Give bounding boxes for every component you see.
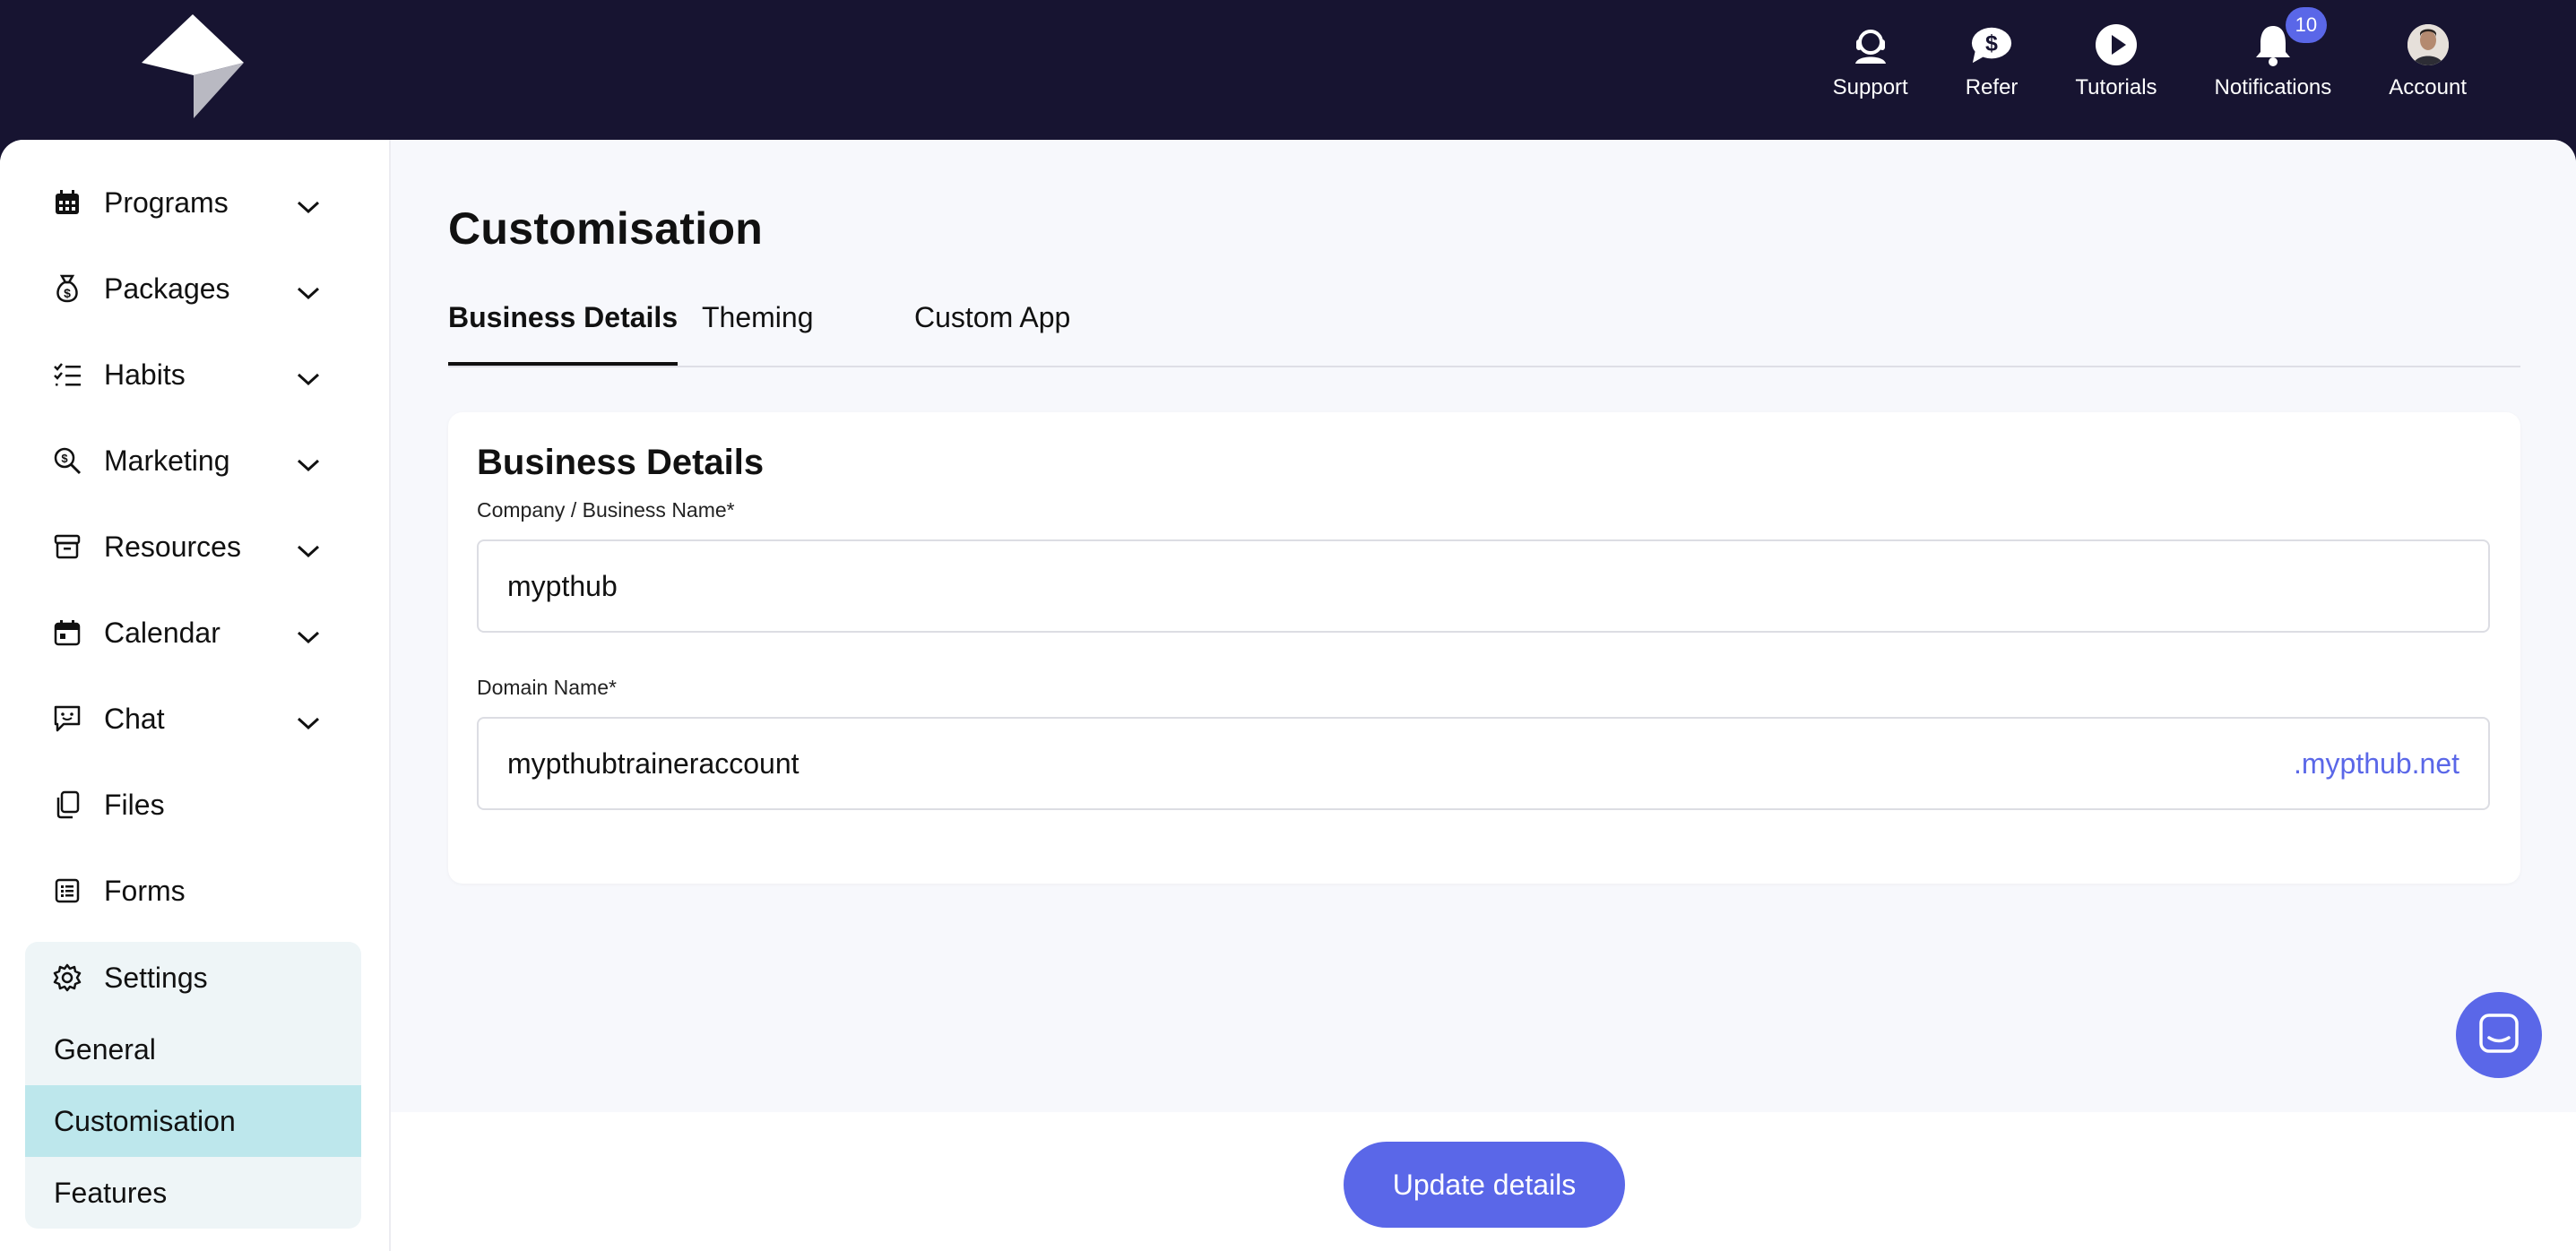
sidebar-item-packages[interactable]: $ Packages (52, 262, 321, 315)
refer-label: Refer (1965, 75, 2018, 99)
form-icon (52, 876, 82, 906)
archive-icon (52, 531, 82, 562)
tab-bar: Business Details Theming Custom App (448, 301, 2520, 367)
support-label: Support (1832, 75, 1908, 99)
svg-text:$: $ (1985, 31, 1998, 56)
sidebar-item-programs[interactable]: Programs (52, 176, 321, 229)
sidebar-item-label: Settings (104, 961, 208, 994)
money-bag-icon: $ (52, 273, 82, 304)
company-name-field[interactable]: mypthub (477, 539, 2490, 633)
chevron-down-icon[interactable] (296, 708, 321, 730)
notifications-label: Notifications (2214, 75, 2332, 99)
svg-text:$: $ (61, 452, 68, 465)
footer-bar: Update details (391, 1112, 2576, 1251)
calendar-grid-icon (52, 187, 82, 218)
sidebar-item-marketing[interactable]: $ Marketing (52, 434, 321, 487)
tutorials-button[interactable]: Tutorials (2046, 23, 2185, 113)
sidebar-item-chat[interactable]: Chat (52, 692, 321, 746)
company-name-value: mypthub (507, 569, 618, 602)
sidebar-subitem-general[interactable]: General (25, 1014, 361, 1085)
sidebar-subitem-label: General (54, 1032, 156, 1066)
company-name-label: Company / Business Name* (477, 498, 735, 522)
chevron-down-icon[interactable] (296, 364, 321, 386)
play-icon (2095, 23, 2138, 66)
sidebar-item-habits[interactable]: Habits (52, 348, 321, 401)
top-bar: Support $ Refer Tutorials 10 Notificatio… (0, 0, 2576, 140)
notification-badge: 10 (2285, 7, 2327, 43)
sidebar-item-label: Marketing (104, 444, 230, 477)
avatar-wrap (2407, 23, 2450, 66)
account-label: Account (2389, 75, 2467, 99)
domain-name-value: mypthubtraineraccount (507, 746, 800, 780)
sidebar-item-forms[interactable]: Forms (52, 864, 321, 918)
search-dollar-icon: $ (52, 445, 82, 476)
support-button[interactable]: Support (1804, 23, 1937, 113)
chat-launcher-button[interactable] (2456, 992, 2542, 1078)
sidebar-subitem-label: Customisation (54, 1104, 236, 1137)
chevron-down-icon[interactable] (296, 192, 321, 214)
sidebar-item-label: Chat (104, 702, 165, 735)
sidebar-subitem-label: Features (54, 1176, 168, 1209)
account-button[interactable]: Account (2360, 23, 2495, 113)
page-title: Customisation (448, 203, 764, 254)
svg-text:$: $ (64, 286, 71, 300)
avatar (2407, 24, 2449, 65)
chevron-down-icon[interactable] (296, 450, 321, 472)
chat-launcher-icon (2478, 1013, 2520, 1058)
refer-button[interactable]: $ Refer (1937, 23, 2047, 113)
sidebar-subitem-features[interactable]: Features (25, 1157, 361, 1229)
update-details-button[interactable]: Update details (1344, 1142, 1625, 1228)
chat-icon (52, 703, 82, 734)
sidebar-item-label: Calendar (104, 616, 220, 649)
sidebar-item-resources[interactable]: Resources (52, 520, 321, 574)
sidebar-item-label: Habits (104, 358, 186, 391)
sidebar-item-settings[interactable]: Settings (52, 951, 321, 1005)
sidebar-item-files[interactable]: Files (52, 778, 321, 832)
domain-name-field[interactable]: mypthubtraineraccount .mypthub.net (477, 717, 2490, 810)
business-details-card: Business Details Company / Business Name… (448, 412, 2520, 884)
chevron-down-icon[interactable] (296, 622, 321, 644)
sidebar-item-label: Forms (104, 874, 186, 907)
sidebar-item-label: Files (104, 788, 165, 821)
sidebar-item-label: Programs (104, 185, 229, 219)
gear-icon (52, 962, 82, 993)
dollar-chat-icon: $ (1970, 23, 2013, 66)
files-icon (52, 789, 82, 820)
settings-group: Settings General Customisation Features (25, 942, 361, 1229)
chevron-down-icon[interactable] (296, 278, 321, 300)
tab-business-details[interactable]: Business Details (448, 301, 679, 366)
top-nav: Support $ Refer Tutorials 10 Notificatio… (1804, 7, 2495, 113)
sidebar-subitem-customisation[interactable]: Customisation (25, 1085, 361, 1157)
tab-custom-app[interactable]: Custom App (914, 301, 1070, 364)
sidebar-item-label: Packages (104, 272, 230, 305)
tutorials-label: Tutorials (2075, 75, 2157, 99)
headset-icon (1849, 23, 1892, 66)
domain-name-label: Domain Name* (477, 676, 617, 699)
app-shell: Programs $ Packages Habits $ Marketing R… (0, 140, 2576, 1251)
notifications-button[interactable]: 10 Notifications (2186, 7, 2361, 113)
chevron-down-icon[interactable] (296, 536, 321, 558)
sidebar-item-calendar[interactable]: Calendar (52, 606, 321, 660)
sidebar-item-label: Resources (104, 530, 241, 563)
domain-suffix: .mypthub.net (2294, 746, 2459, 780)
card-title: Business Details (477, 443, 765, 482)
main-content: Customisation Business Details Theming C… (391, 140, 2576, 1112)
checklist-icon (52, 359, 82, 390)
calendar-icon (52, 617, 82, 648)
sidebar: Programs $ Packages Habits $ Marketing R… (0, 140, 391, 1251)
brand-logo-icon[interactable] (134, 13, 251, 122)
tab-theming[interactable]: Theming (702, 301, 814, 364)
